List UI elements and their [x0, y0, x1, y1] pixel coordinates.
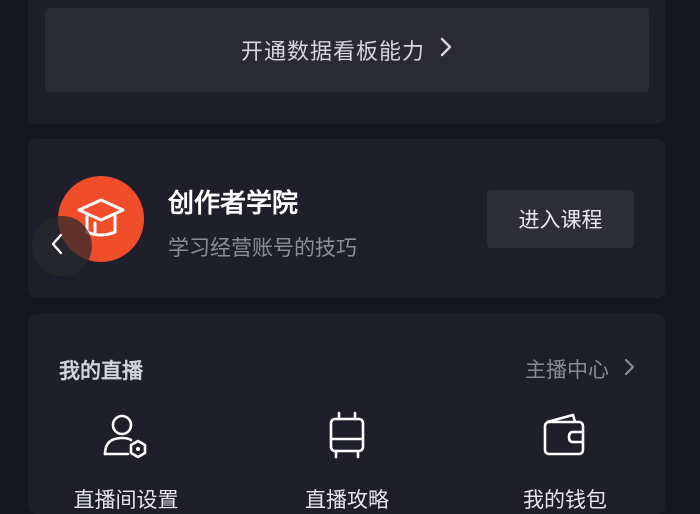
academy-subtitle: 学习经营账号的技巧 — [168, 236, 357, 260]
my-live-card: 我的直播 主播中心 直播间设置 直播攻略 我的钱包 — [28, 314, 665, 514]
enter-course-button[interactable]: 进入课程 — [487, 190, 634, 248]
open-dashboard-label: 开通数据看板能力 — [240, 40, 425, 65]
streamer-center-label: 主播中心 — [525, 358, 609, 382]
my-live-title: 我的直播 — [59, 359, 143, 383]
chevron-right-icon — [439, 36, 453, 64]
streamer-center-link[interactable]: 主播中心 — [525, 354, 635, 384]
my-wallet-item[interactable]: 我的钱包 — [475, 410, 655, 514]
carousel-prev-button[interactable] — [32, 216, 92, 276]
user-settings-icon — [100, 410, 152, 462]
live-guide-item[interactable]: 直播攻略 — [257, 410, 437, 514]
dashboard-card: 开通数据看板能力 — [28, 0, 665, 124]
my-wallet-label: 我的钱包 — [523, 488, 607, 512]
academy-title: 创作者学院 — [168, 189, 299, 219]
chevron-right-icon — [623, 357, 635, 382]
luggage-icon — [321, 410, 373, 462]
live-room-settings-label: 直播间设置 — [73, 488, 179, 512]
wallet-icon — [539, 410, 591, 462]
live-guide-label: 直播攻略 — [305, 488, 389, 512]
creator-academy-card[interactable]: 创作者学院 学习经营账号的技巧 进入课程 — [28, 139, 665, 298]
open-dashboard-button[interactable]: 开通数据看板能力 — [45, 8, 649, 92]
live-room-settings-item[interactable]: 直播间设置 — [36, 410, 216, 514]
chevron-left-icon — [50, 232, 64, 260]
